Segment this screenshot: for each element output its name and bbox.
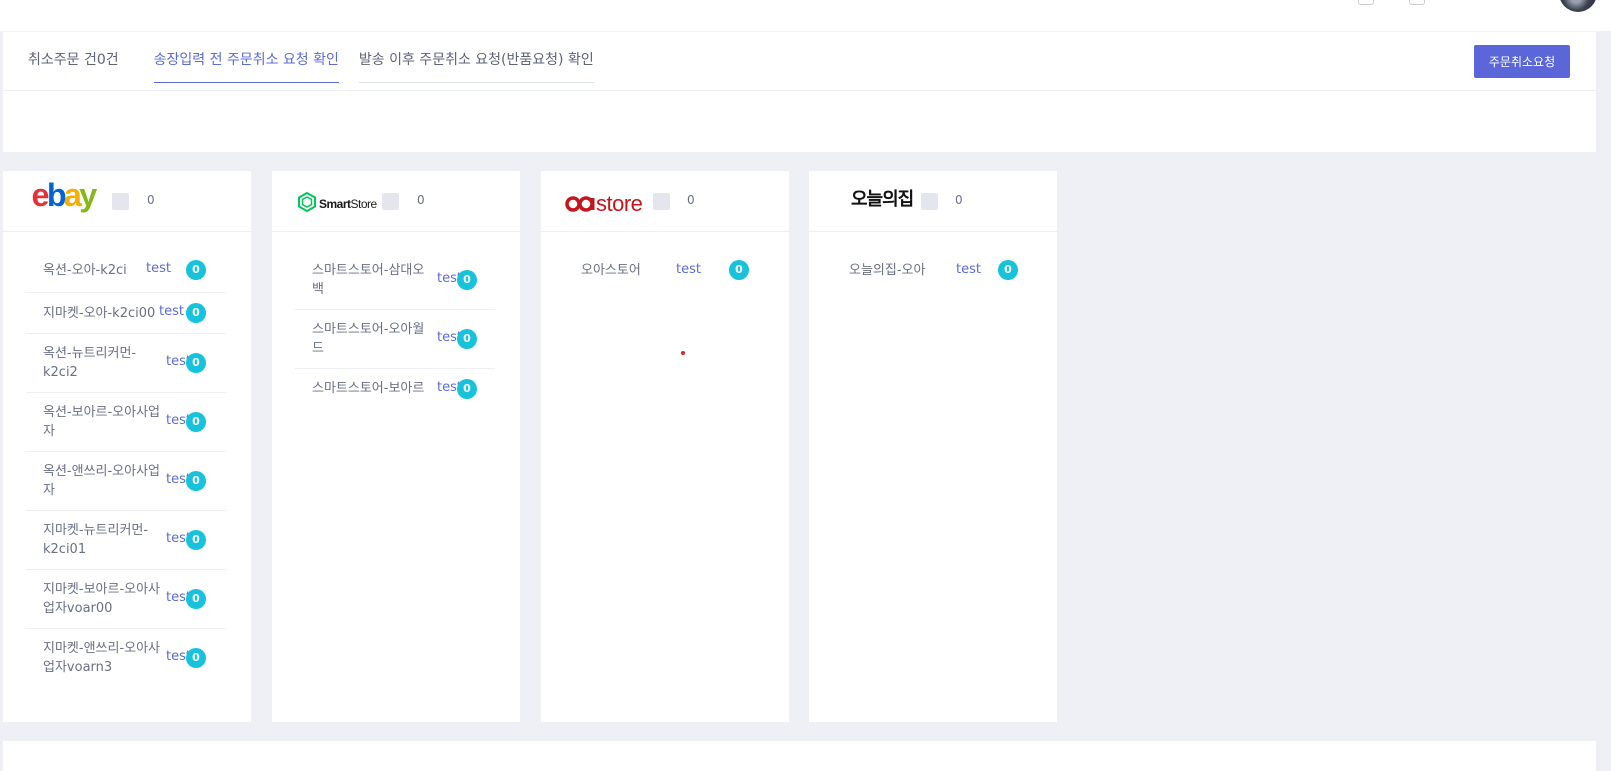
account-test-link[interactable]: test — [956, 262, 981, 277]
card-header: store 0 — [541, 171, 789, 232]
count-badge: 0 — [186, 353, 206, 373]
svg-text:store: store — [596, 191, 643, 216]
card-header: ebay 0 — [3, 171, 251, 232]
account-test-link[interactable]: test — [676, 262, 701, 277]
list-item[interactable]: 스마트스토어-오아월드 test 0 — [295, 310, 495, 369]
list-item[interactable]: 지마켓-앤쓰리-오아사업자voarn3 test 0 — [26, 629, 226, 687]
count-badge: 0 — [186, 412, 206, 432]
marketplace-card-oastore: store 0 오아스토어 test 0 — [541, 171, 789, 722]
bottom-panel — [3, 741, 1596, 771]
account-name: 옥션-보아르-오아사업자 — [43, 405, 161, 439]
svg-text:SmartStore: SmartStore — [319, 197, 378, 211]
account-list: 오아스토어 test 0 — [564, 251, 764, 292]
account-name: 옥션-앤쓰리-오아사업자 — [43, 464, 161, 498]
account-name: 오아스토어 — [581, 263, 641, 278]
account-name: 옥션-오아-k2ci — [43, 263, 127, 278]
marketplace-card-ohouse: 오늘의집 0 오늘의집-오아 test 0 — [809, 171, 1057, 722]
ebay-logo: ebay — [32, 179, 100, 213]
count-badge: 0 — [186, 471, 206, 491]
ohouse-logo: 오늘의집 — [851, 189, 914, 210]
count-badge: 0 — [457, 329, 477, 349]
account-name: 스마트스토어-보아르 — [312, 381, 425, 396]
list-item[interactable]: 옥션-뉴트리커먼-k2ci2 test 0 — [26, 334, 226, 393]
account-test-link[interactable]: test — [146, 261, 171, 276]
count-badge: 0 — [457, 379, 477, 399]
account-name: 지마켓-오아-k2ci00 — [43, 306, 156, 321]
card-count: 0 — [687, 193, 695, 207]
tab-after-shipping[interactable]: 발송 이후 주문취소 요청(반품요청) 확인 — [358, 48, 594, 83]
list-item[interactable]: 오늘의집-오아 test 0 — [832, 251, 1032, 292]
tab-divider — [3, 90, 1596, 91]
account-name: 지마켓-앤쓰리-오아사업자voarn3 — [43, 641, 161, 675]
list-item[interactable]: 옥션-앤쓰리-오아사업자 test 0 — [26, 452, 226, 511]
avatar[interactable] — [1559, 0, 1597, 12]
card-checkbox[interactable] — [382, 193, 399, 210]
account-name: 스마트스토어-오아월드 — [312, 322, 425, 356]
card-count: 0 — [955, 193, 963, 207]
count-badge: 0 — [186, 303, 206, 323]
oastore-logo: store — [565, 191, 643, 216]
card-count: 0 — [417, 193, 425, 207]
card-checkbox[interactable] — [112, 193, 129, 210]
cancel-request-button[interactable]: 주문취소요청 — [1474, 45, 1570, 78]
account-name: 지마켓-뉴트리커먼-k2ci01 — [43, 523, 149, 557]
account-list: 스마트스토어-삼대오백 test 0 스마트스토어-오아월드 test 0 스마… — [295, 259, 495, 411]
account-name: 스마트스토어-삼대오백 — [312, 263, 425, 297]
card-header: 오늘의집 0 — [809, 171, 1057, 232]
count-badge: 0 — [457, 270, 477, 290]
list-item[interactable]: 오아스토어 test 0 — [564, 251, 764, 292]
smartstore-logo: SmartStore — [298, 191, 378, 213]
top-bar — [0, 0, 1611, 31]
cursor-dot — [681, 351, 685, 355]
card-header: SmartStore 0 — [272, 171, 520, 232]
list-item[interactable]: 지마켓-뉴트리커먼-k2ci01 test 0 — [26, 511, 226, 570]
card-checkbox[interactable] — [921, 193, 938, 210]
tab-before-invoice[interactable]: 송장입력 전 주문취소 요청 확인 — [153, 48, 339, 83]
marketplace-card-ebay: ebay 0 옥션-오아-k2ci test 0 지마켓-오아-k2ci00 t… — [3, 171, 251, 722]
list-item[interactable]: 스마트스토어-보아르 test 0 — [295, 369, 495, 411]
count-badge: 0 — [186, 589, 206, 609]
list-item[interactable]: 스마트스토어-삼대오백 test 0 — [295, 251, 495, 310]
list-item[interactable]: 지마켓-보아르-오아사업자voar00 test 0 — [26, 570, 226, 629]
count-badge: 0 — [186, 260, 206, 280]
account-list: 옥션-오아-k2ci test 0 지마켓-오아-k2ci00 test 0 옥… — [26, 251, 226, 687]
tab-bar: 취소주문 건0건 송장입력 전 주문취소 요청 확인 발송 이후 주문취소 요청… — [28, 48, 616, 90]
account-list: 오늘의집-오아 test 0 — [832, 251, 1032, 292]
list-item[interactable]: 옥션-보아르-오아사업자 test 0 — [26, 393, 226, 452]
settings-icon[interactable] — [1409, 0, 1425, 5]
marketplace-card-smartstore: SmartStore 0 스마트스토어-삼대오백 test 0 스마트스토어-오… — [272, 171, 520, 722]
card-checkbox[interactable] — [653, 193, 670, 210]
account-name: 지마켓-보아르-오아사업자voar00 — [43, 582, 161, 616]
count-badge: 0 — [186, 648, 206, 668]
count-badge: 0 — [998, 260, 1018, 280]
account-test-link[interactable]: test — [159, 304, 184, 319]
count-badge: 0 — [729, 260, 749, 280]
notification-icon[interactable] — [1358, 0, 1374, 5]
svg-text:ebay: ebay — [32, 179, 98, 213]
list-item[interactable]: 지마켓-오아-k2ci00 test 0 — [26, 293, 226, 334]
account-name: 오늘의집-오아 — [849, 263, 926, 278]
count-badge: 0 — [186, 530, 206, 550]
card-count: 0 — [147, 193, 155, 207]
account-name: 옥션-뉴트리커먼-k2ci2 — [43, 346, 137, 380]
tab-cancel-count[interactable]: 취소주문 건0건 — [28, 48, 119, 82]
list-item[interactable]: 옥션-오아-k2ci test 0 — [26, 251, 226, 293]
cancel-order-panel: 취소주문 건0건 송장입력 전 주문취소 요청 확인 발송 이후 주문취소 요청… — [3, 31, 1596, 152]
